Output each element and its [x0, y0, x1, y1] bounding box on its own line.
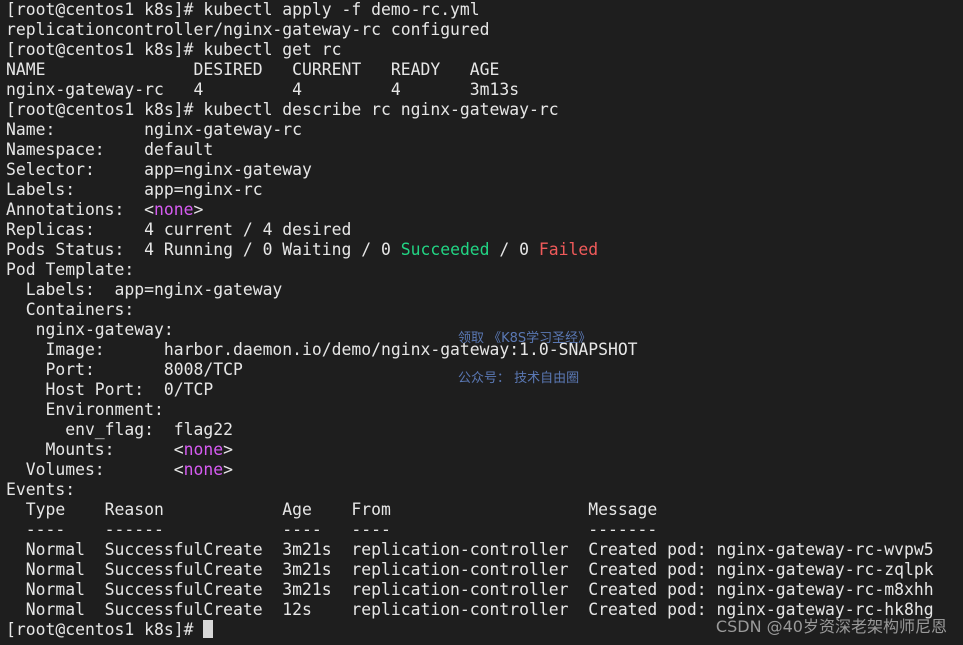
succeeded-label: Succeeded — [400, 240, 490, 259]
line-text: / 0 — [489, 240, 539, 259]
table-row: nginx-gateway-rc 4 4 4 3m13s — [6, 80, 957, 100]
line-text: Normal SuccessfulCreate 3m21s replicatio… — [6, 540, 934, 559]
output-line: Volumes: <none> — [6, 460, 957, 480]
line-text: Environment: — [6, 400, 164, 419]
line-text: env_flag: flag22 — [6, 420, 233, 439]
line-text: [root@centos1 k8s]# kubectl describe rc … — [6, 100, 559, 119]
line-text: Mounts: < — [6, 440, 184, 459]
line-text: replicationcontroller/nginx-gateway-rc c… — [6, 20, 490, 39]
line-text: nginx-gateway-rc 4 4 4 3m13s — [6, 80, 520, 99]
output-line: Labels: app=nginx-gateway — [6, 280, 957, 300]
line-text: Containers: — [6, 300, 135, 319]
line-text: Normal SuccessfulCreate 3m21s replicatio… — [6, 580, 934, 599]
line-text: Events: — [6, 480, 76, 499]
line-text: > — [223, 460, 233, 479]
output-line: Containers: — [6, 300, 957, 320]
line-text: [root@centos1 k8s]# kubectl get rc — [6, 40, 342, 59]
line-text: Type Reason Age From Message — [6, 500, 658, 519]
csdn-watermark: CSDN @40岁资深老架构师尼恩 — [715, 617, 947, 636]
pods-status-line: Pods Status: 4 Running / 0 Waiting / 0 S… — [6, 240, 957, 260]
output-line: Annotations: <none> — [6, 200, 957, 220]
failed-label: Failed — [538, 240, 599, 259]
output-line: Mounts: <none> — [6, 440, 957, 460]
line-text: [root@centos1 k8s]# kubectl apply -f dem… — [6, 0, 480, 19]
output-line: Namespace: default — [6, 140, 957, 160]
command-line: [root@centos1 k8s]# kubectl get rc — [6, 40, 957, 60]
cursor — [203, 620, 214, 638]
watermark-line-1: 领取 《K8S学习圣经》 — [458, 331, 592, 346]
watermark-line-2: 公众号： 技术自由圈 — [458, 371, 580, 386]
output-line: Replicas: 4 current / 4 desired — [6, 220, 957, 240]
line-text: Pods Status: 4 Running / 0 Waiting / 0 — [6, 240, 401, 259]
line-text: Name: nginx-gateway-rc — [6, 120, 303, 139]
event-row: Normal SuccessfulCreate 3m21s replicatio… — [6, 540, 957, 560]
line-text: Selector: app=nginx-gateway — [6, 160, 312, 179]
output-line: Events: — [6, 480, 957, 500]
output-line: Selector: app=nginx-gateway — [6, 160, 957, 180]
events-header-row: Type Reason Age From Message — [6, 500, 957, 520]
command-line: [root@centos1 k8s]# kubectl describe rc … — [6, 100, 957, 120]
line-text: Normal SuccessfulCreate 3m21s replicatio… — [6, 560, 934, 579]
output-line: Name: nginx-gateway-rc — [6, 120, 957, 140]
line-text: Port: 8008/TCP — [6, 360, 243, 379]
output-line: env_flag: flag22 — [6, 420, 957, 440]
line-text: ---- ------ ---- ---- ------- — [6, 520, 658, 539]
output-line: replicationcontroller/nginx-gateway-rc c… — [6, 20, 957, 40]
event-row: Normal SuccessfulCreate 3m21s replicatio… — [6, 560, 957, 580]
line-text: Pod Template: — [6, 260, 135, 279]
line-text: nginx-gateway: — [6, 320, 174, 339]
none-value: none — [183, 460, 224, 479]
prompt-text: [root@centos1 k8s]# — [6, 620, 204, 639]
table-header-row: NAME DESIRED CURRENT READY AGE — [6, 60, 957, 80]
output-line: Labels: app=nginx-rc — [6, 180, 957, 200]
line-text: Namespace: default — [6, 140, 214, 159]
line-text: Labels: app=nginx-gateway — [6, 280, 283, 299]
line-text: Volumes: < — [6, 460, 184, 479]
none-value: none — [154, 200, 194, 219]
line-text: Host Port: 0/TCP — [6, 380, 214, 399]
output-line: Pod Template: — [6, 260, 957, 280]
none-value: none — [183, 440, 224, 459]
line-text: > — [193, 200, 204, 219]
event-row: Normal SuccessfulCreate 3m21s replicatio… — [6, 580, 957, 600]
line-text: > — [223, 440, 233, 459]
line-text: Replicas: 4 current / 4 desired — [6, 220, 352, 239]
output-line: Environment: — [6, 400, 957, 420]
events-separator-row: ---- ------ ---- ---- ------- — [6, 520, 957, 540]
line-text: Labels: app=nginx-rc — [6, 180, 263, 199]
line-text: NAME DESIRED CURRENT READY AGE — [6, 60, 500, 79]
terminal-window[interactable]: [root@centos1 k8s]# kubectl apply -f dem… — [0, 0, 963, 645]
command-line: [root@centos1 k8s]# kubectl apply -f dem… — [6, 0, 957, 20]
line-text: Annotations: < — [6, 200, 155, 219]
